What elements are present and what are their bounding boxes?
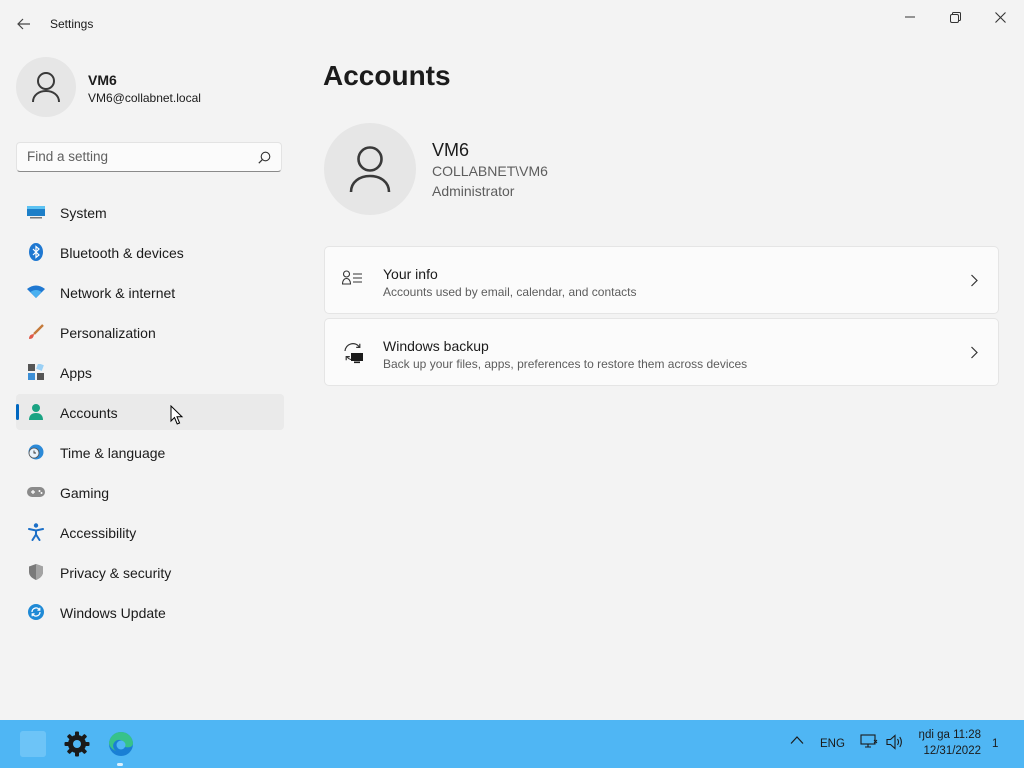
sidebar-item-accounts[interactable]: Accounts [16, 394, 284, 430]
contact-card-icon [342, 270, 362, 285]
sidebar-item-accessibility[interactable]: Accessibility [16, 514, 284, 550]
running-app-indicator [117, 763, 123, 766]
sidebar-item-privacy-security[interactable]: Privacy & security [16, 554, 284, 590]
chevron-up-icon[interactable] [790, 735, 804, 745]
sidebar-item-label: Gaming [60, 485, 110, 501]
sidebar-item-system[interactable]: System [16, 194, 284, 230]
chevron-right-icon [971, 274, 978, 287]
account-name: VM6 [432, 140, 470, 160]
sidebar-nav: System Bluetooth & devices Network & int… [16, 194, 284, 634]
restore-icon [949, 11, 961, 23]
profile-name: VM6 [88, 72, 117, 88]
sidebar-item-label: Accounts [60, 405, 118, 421]
search-input[interactable] [27, 149, 247, 164]
minimize-button[interactable] [888, 6, 932, 28]
close-icon [994, 11, 1006, 23]
back-button[interactable] [10, 12, 38, 36]
update-icon [26, 603, 46, 621]
settings-gear-icon [64, 731, 90, 757]
wifi-icon [26, 283, 46, 301]
sidebar-item-label: System [60, 205, 107, 221]
volume-icon[interactable] [886, 734, 904, 750]
brush-icon [26, 323, 46, 341]
card-description: Accounts used by email, calendar, and co… [383, 285, 637, 299]
search-box[interactable] [16, 142, 282, 172]
apps-icon [26, 363, 46, 381]
notification-count[interactable]: 1 [992, 738, 998, 750]
start-icon [20, 731, 46, 757]
sidebar-item-label: Time & language [60, 445, 166, 461]
person-icon [349, 146, 391, 193]
clock-date[interactable]: 12/31/2022 [905, 745, 981, 757]
network-icon[interactable] [860, 734, 878, 750]
restore-button[interactable] [933, 6, 977, 28]
card-title: Your info [383, 266, 438, 282]
person-icon [32, 72, 60, 103]
sidebar-item-label: Privacy & security [60, 565, 172, 581]
windows-backup-card[interactable]: Windows backup Back up your files, apps,… [324, 318, 999, 386]
app-title: Settings [50, 17, 94, 31]
mouse-cursor-icon [170, 405, 184, 425]
sidebar-item-time-language[interactable]: Time & language [16, 434, 284, 470]
sidebar-item-label: Apps [60, 365, 92, 381]
chevron-right-icon [971, 346, 978, 359]
bluetooth-icon [26, 243, 46, 261]
page-title: Accounts [323, 60, 451, 91]
sidebar-item-label: Personalization [60, 325, 156, 341]
clock-globe-icon [26, 443, 46, 461]
monitor-icon [26, 203, 46, 221]
language-indicator[interactable]: ENG [820, 738, 845, 750]
gamepad-icon [26, 483, 46, 501]
your-info-card[interactable]: Your info Accounts used by email, calend… [324, 246, 999, 314]
edge-browser-icon [109, 731, 133, 756]
sidebar-item-windows-update[interactable]: Windows Update [16, 594, 284, 630]
back-arrow-icon [17, 18, 30, 30]
sidebar-item-bluetooth[interactable]: Bluetooth & devices [16, 234, 284, 270]
profile-email: VM6@collabnet.local [88, 91, 201, 105]
account-role: Administrator [432, 183, 515, 199]
clock-time[interactable]: ŋdi ga 11:28 [905, 729, 981, 741]
title-bar: Settings [0, 0, 1024, 48]
close-button[interactable] [978, 6, 1022, 28]
taskbar-edge-button[interactable] [105, 728, 137, 760]
account-domain: COLLABNET\VM6 [432, 163, 548, 179]
card-title: Windows backup [383, 338, 489, 354]
start-button[interactable] [17, 728, 49, 760]
person-icon [26, 403, 46, 421]
search-icon[interactable] [258, 151, 271, 164]
avatar [16, 57, 76, 117]
backup-sync-icon [344, 343, 363, 364]
shield-icon [26, 563, 46, 581]
sidebar-item-apps[interactable]: Apps [16, 354, 284, 390]
accessibility-icon [26, 523, 46, 541]
sidebar-item-label: Accessibility [60, 525, 137, 541]
account-avatar [324, 123, 416, 215]
card-description: Back up your files, apps, preferences to… [383, 357, 748, 371]
sidebar-item-personalization[interactable]: Personalization [16, 314, 284, 350]
sidebar-item-label: Network & internet [60, 285, 176, 301]
minimize-icon [905, 16, 915, 18]
sidebar-item-gaming[interactable]: Gaming [16, 474, 284, 510]
sidebar-item-label: Bluetooth & devices [60, 245, 184, 261]
taskbar-settings-button[interactable] [61, 728, 93, 760]
sidebar-item-network[interactable]: Network & internet [16, 274, 284, 310]
sidebar-item-label: Windows Update [60, 605, 166, 621]
